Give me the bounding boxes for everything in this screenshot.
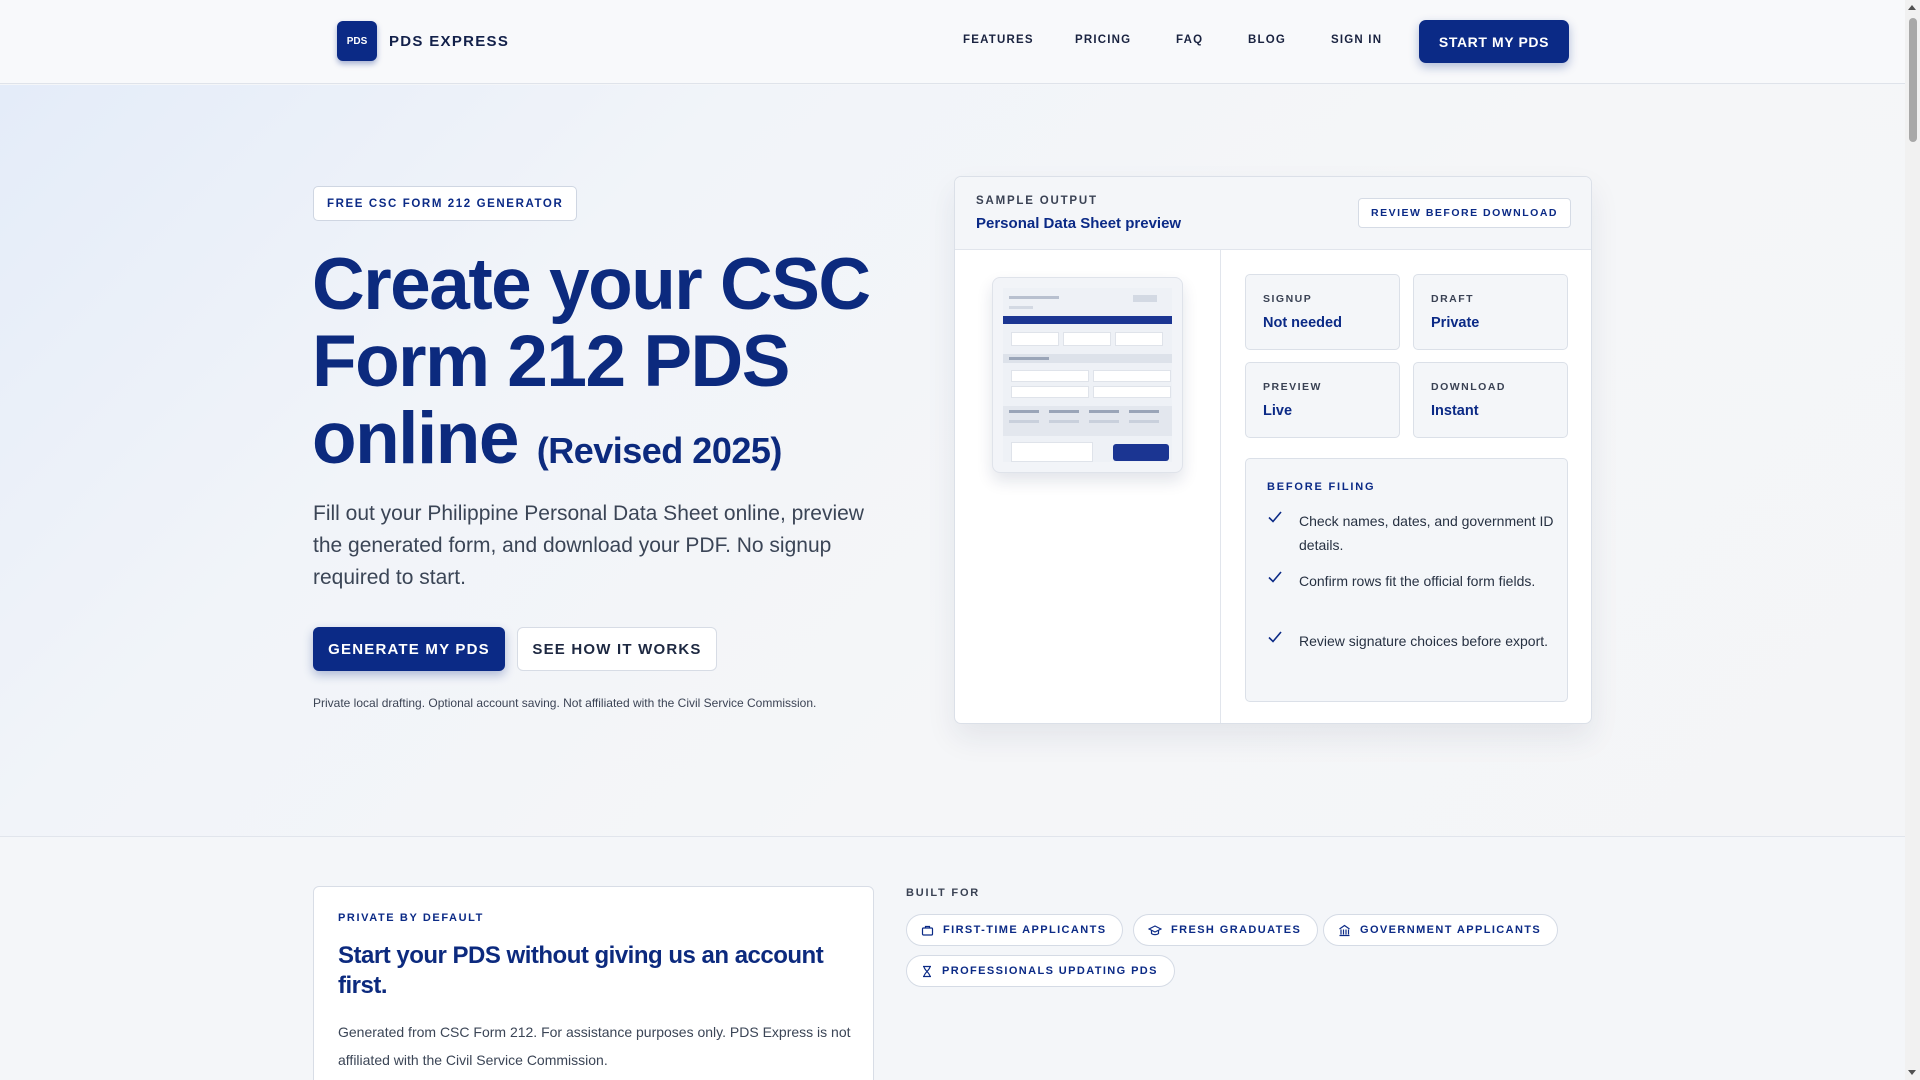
hero-title-line-3: online: [312, 398, 519, 479]
nav-faq[interactable]: FAQ: [1176, 34, 1203, 46]
stat-value: Not needed: [1263, 315, 1342, 331]
graduation-cap-icon: [1148, 924, 1162, 935]
stat-value: Live: [1263, 403, 1293, 419]
stat-download: DOWNLOAD Instant: [1413, 362, 1568, 438]
check-icon: [1267, 569, 1299, 593]
stat-value: Private: [1431, 315, 1480, 331]
stat-label: SIGNUP: [1263, 293, 1313, 305]
pill-label: PROFESSIONALS UPDATING PDS: [942, 965, 1158, 977]
pds-preview-thumbnail: [992, 277, 1183, 473]
page: PDS PDS EXPRESS FEATURES PRICING FAQ BLO…: [0, 0, 1905, 1080]
stat-signup: SIGNUP Not needed: [1245, 274, 1400, 350]
check-icon: [1267, 629, 1299, 653]
thumb-line: [1009, 296, 1059, 299]
vertical-scrollbar[interactable]: [1905, 0, 1920, 1080]
scrollbar-thumb[interactable]: [1909, 18, 1917, 142]
thumb-button: [1113, 444, 1169, 461]
audience-pill-fresh-graduates[interactable]: FRESH GRADUATES: [1133, 914, 1319, 946]
private-by-default-card: PRIVATE BY DEFAULT Start your PDS withou…: [313, 886, 874, 1080]
before-filing-checklist: BEFORE FILING Check names, dates, and go…: [1245, 458, 1568, 702]
brand-link[interactable]: PDS PDS EXPRESS: [337, 21, 509, 61]
review-before-download-badge: REVIEW BEFORE DOWNLOAD: [1358, 198, 1571, 228]
thumb-box: [1115, 332, 1163, 346]
sample-card-header: SAMPLE OUTPUT Personal Data Sheet previe…: [955, 177, 1591, 250]
building-icon: [1339, 924, 1350, 936]
hero-section: [0, 85, 1905, 837]
stat-value: Instant: [1431, 403, 1479, 419]
brand-logo: PDS: [337, 21, 377, 61]
briefcase-icon: [921, 925, 934, 936]
hero-title-line-2: Form 212 PDS: [312, 321, 790, 402]
thumb-line: [1009, 306, 1033, 309]
thumb-box: [1093, 370, 1171, 382]
hourglass-icon: [923, 965, 931, 977]
thumb-line: [1049, 420, 1079, 423]
nav-blog[interactable]: BLOG: [1248, 34, 1286, 46]
hero-subtitle: Fill out your Philippine Personal Data S…: [313, 502, 864, 589]
privacy-eyebrow: PRIVATE BY DEFAULT: [338, 912, 484, 924]
checklist-text: Check names, dates, and government ID de…: [1299, 513, 1554, 553]
thumb-box: [1011, 370, 1089, 382]
pill-label: FRESH GRADUATES: [1171, 924, 1302, 936]
top-navbar: PDS PDS EXPRESS FEATURES PRICING FAQ BLO…: [0, 0, 1905, 84]
hero-title: Create your CSC Form 212 PDS online (Rev…: [312, 246, 912, 489]
thumb-box: [1011, 386, 1089, 398]
thumb-line: [1009, 410, 1039, 413]
pill-label: GOVERNMENT APPLICANTS: [1360, 924, 1542, 936]
nav-sign-in[interactable]: SIGN IN: [1331, 34, 1382, 46]
hero-title-line-1: Create your CSC: [312, 244, 871, 325]
pds-preview-page: [1003, 288, 1172, 462]
thumb-box: [1011, 332, 1059, 346]
checklist-item: Review signature choices before export.: [1267, 629, 1557, 653]
card-divider: [1220, 250, 1221, 723]
sample-title: Personal Data Sheet preview: [976, 215, 1182, 232]
privacy-text: Generated from CSC Form 212. For assista…: [338, 1024, 851, 1068]
sample-eyebrow: SAMPLE OUTPUT: [976, 195, 1098, 207]
thumb-line: [1129, 420, 1159, 423]
audience-pill-professionals[interactable]: PROFESSIONALS UPDATING PDS: [906, 955, 1175, 987]
thumb-header-bar: [1003, 316, 1172, 324]
hero-disclaimer: Private local drafting. Optional account…: [313, 696, 817, 710]
hero-chip: FREE CSC FORM 212 GENERATOR: [313, 186, 578, 221]
stat-label: PREVIEW: [1263, 381, 1322, 393]
stat-label: DOWNLOAD: [1431, 381, 1506, 393]
nav-pricing[interactable]: PRICING: [1075, 34, 1131, 46]
thumb-line: [1089, 410, 1119, 413]
checklist-text: Confirm rows fit the official form field…: [1299, 573, 1536, 589]
thumb-line: [1049, 410, 1079, 413]
hero-title-suffix: (Revised 2025): [536, 430, 783, 471]
checklist-item: Check names, dates, and government ID de…: [1267, 509, 1557, 557]
stat-draft: DRAFT Private: [1413, 274, 1568, 350]
thumb-line: [1133, 295, 1157, 302]
thumb-box: [1063, 332, 1111, 346]
checklist-title: BEFORE FILING: [1267, 481, 1376, 493]
nav-features[interactable]: FEATURES: [963, 34, 1034, 46]
thumb-box: [1093, 386, 1171, 398]
scroll-down-arrow-icon[interactable]: [1908, 1070, 1916, 1075]
start-my-pds-button[interactable]: START MY PDS: [1419, 20, 1569, 63]
checklist-item: Confirm rows fit the official form field…: [1267, 569, 1557, 593]
stat-preview: PREVIEW Live: [1245, 362, 1400, 438]
scroll-up-arrow-icon[interactable]: [1908, 5, 1916, 10]
check-icon: [1267, 509, 1299, 557]
stat-label: DRAFT: [1431, 293, 1475, 305]
brand-name: PDS EXPRESS: [389, 32, 510, 50]
built-for-label: BUILT FOR: [906, 887, 981, 899]
thumb-line: [1129, 410, 1159, 413]
thumb-line: [1009, 357, 1049, 360]
thumb-box: [1011, 442, 1093, 462]
audience-pill-first-time[interactable]: FIRST-TIME APPLICANTS: [906, 914, 1124, 946]
see-how-it-works-button[interactable]: SEE HOW IT WORKS: [517, 627, 717, 671]
pill-label: FIRST-TIME APPLICANTS: [943, 924, 1107, 936]
sample-output-card: SAMPLE OUTPUT Personal Data Sheet previe…: [954, 176, 1592, 724]
thumb-line: [1089, 420, 1119, 423]
generate-my-pds-button[interactable]: GENERATE MY PDS: [313, 627, 505, 671]
audience-pill-government[interactable]: GOVERNMENT APPLICANTS: [1323, 914, 1559, 946]
privacy-title: Start your PDS without giving us an acco…: [338, 942, 824, 999]
thumb-line: [1009, 420, 1039, 423]
checklist-text: Review signature choices before export.: [1299, 633, 1549, 649]
